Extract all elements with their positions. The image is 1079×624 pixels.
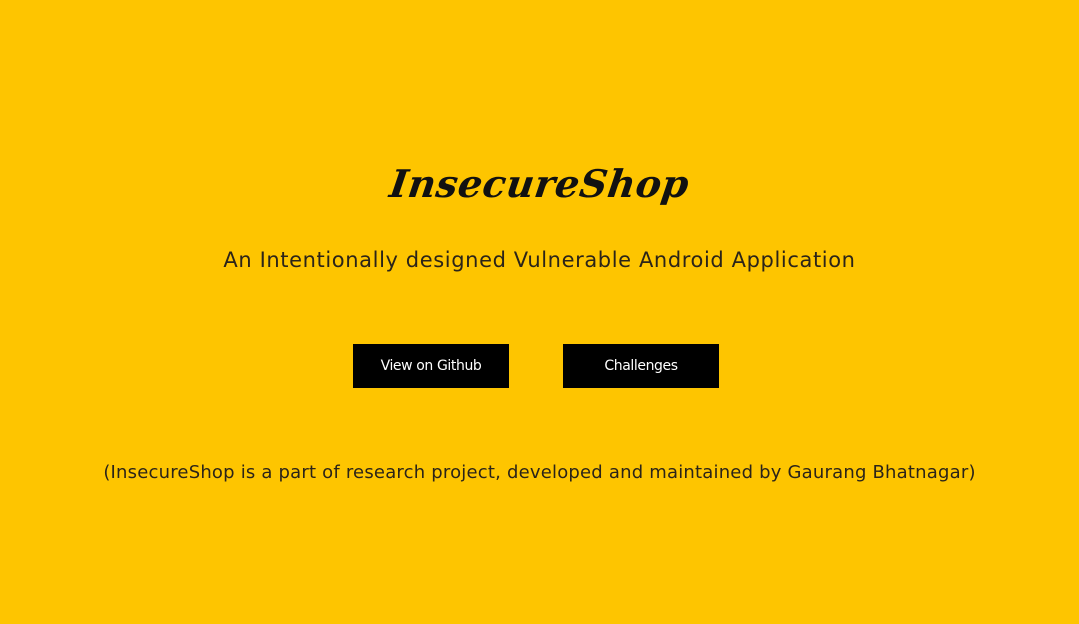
project-credit-note: (InsecureShop is a part of research proj…	[103, 462, 976, 483]
view-on-github-button[interactable]: View on Github	[353, 344, 509, 388]
site-tagline: An Intentionally designed Vulnerable And…	[223, 248, 856, 272]
site-title: InsecureShop	[386, 161, 693, 206]
landing-page: InsecureShop An Intentionally designed V…	[0, 0, 1079, 624]
challenges-button[interactable]: Challenges	[563, 344, 719, 388]
